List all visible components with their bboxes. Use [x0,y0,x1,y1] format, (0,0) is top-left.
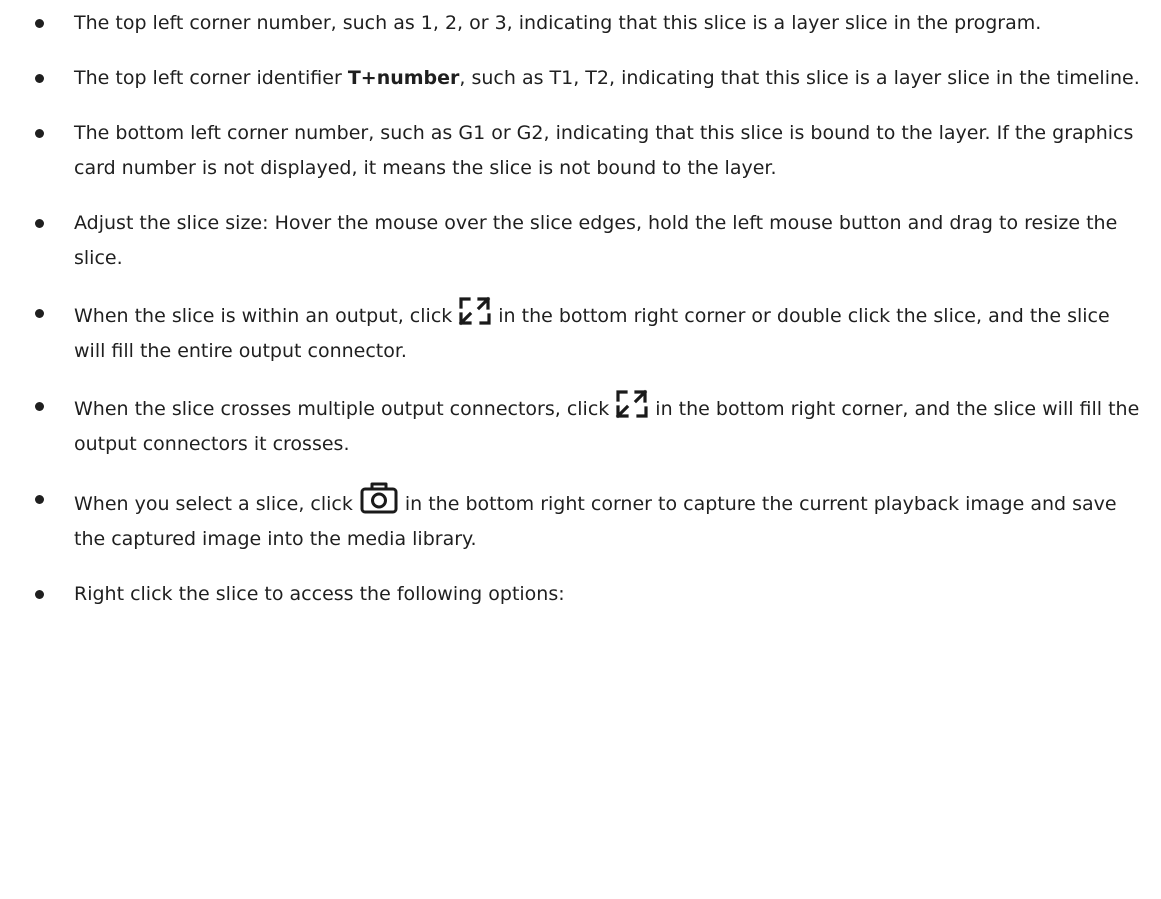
list-item-text: The bottom left corner number, such as G… [74,122,1134,179]
list-item: When you select a slice, click in the bo… [0,482,1161,557]
list-item: The top left corner identifier T+number,… [0,61,1161,96]
bullet-dot [35,402,44,411]
bullet-dot [35,219,44,228]
list-item: When the slice crosses multiple output c… [0,389,1161,462]
bullet-list: The top left corner number, such as 1, 2… [0,6,1161,612]
list-item-text: , such as T1, T2, indicating that this s… [459,67,1140,89]
list-item-text: The top left corner number, such as 1, 2… [74,12,1042,34]
list-item-text: When the slice crosses multiple output c… [74,398,610,420]
fill-screen-icon [458,296,492,326]
list-item: Adjust the slice size: Hover the mouse o… [0,206,1161,276]
list-item-text: When you select a slice, click [74,493,353,515]
list-item-text: Right click the slice to access the foll… [74,583,565,605]
camera-icon [359,482,399,514]
bullet-dot [35,129,44,138]
list-item: The top left corner number, such as 1, 2… [0,6,1161,41]
bullet-dot [35,19,44,28]
fill-screen-icon [615,389,649,419]
document-page: The top left corner number, such as 1, 2… [0,0,1161,899]
list-item-text: The top left corner identifier [74,67,348,89]
list-item: When the slice is within an output, clic… [0,296,1161,369]
list-item-text: When the slice is within an output, clic… [74,305,453,327]
list-item: Right click the slice to access the foll… [0,577,1161,612]
list-item-text: Adjust the slice size: Hover the mouse o… [74,212,1118,269]
bullet-dot [35,309,44,318]
list-item: The bottom left corner number, such as G… [0,116,1161,186]
bullet-dot [35,74,44,83]
bullet-dot [35,495,44,504]
list-item-bold-term: T+number [347,67,460,89]
bullet-dot [35,590,44,599]
